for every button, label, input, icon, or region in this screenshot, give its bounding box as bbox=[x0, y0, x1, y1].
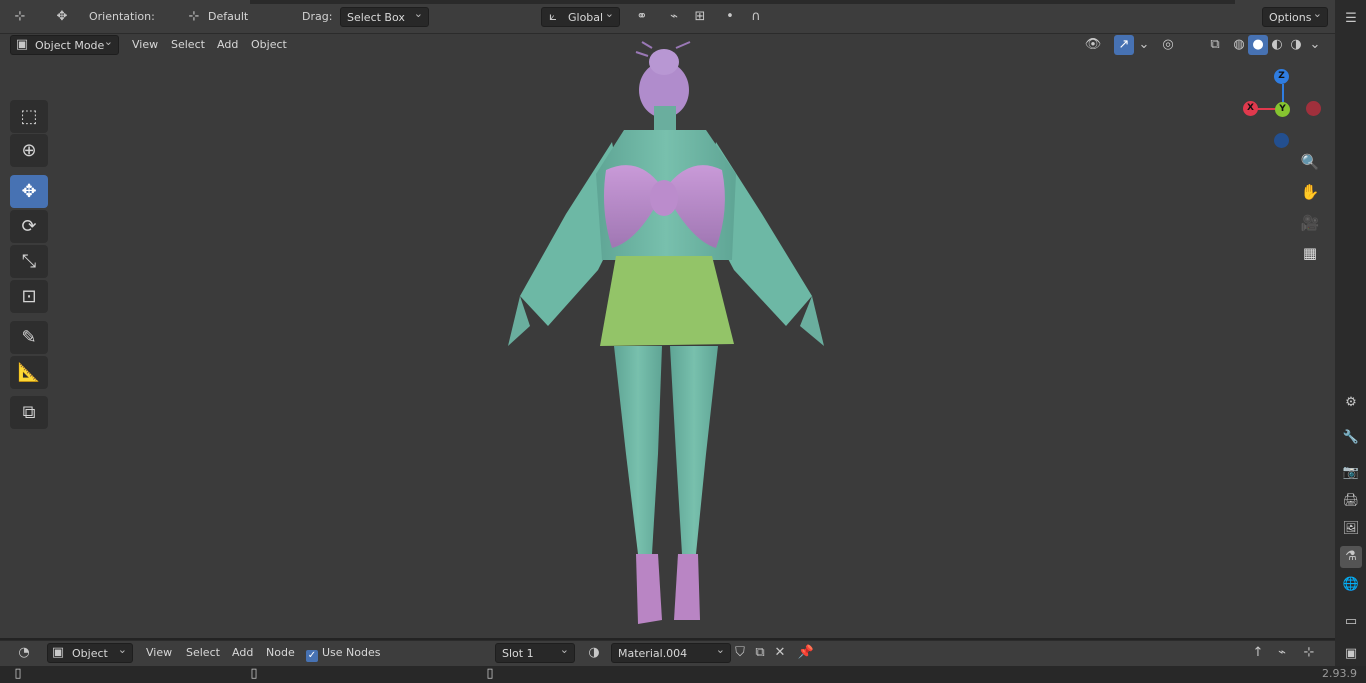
gizmo-x-axis[interactable]: X bbox=[1243, 101, 1258, 116]
gizmo-neg-x-axis[interactable] bbox=[1306, 101, 1321, 116]
view-layer-tab-icon[interactable]: 🖼 bbox=[1340, 518, 1362, 540]
overlays-icon[interactable]: ◎ bbox=[1158, 35, 1178, 55]
tool-settings-tab-icon[interactable]: 🔧 bbox=[1340, 427, 1362, 449]
move-transform-icon: ✥ bbox=[56, 9, 68, 24]
gizmo-y-axis[interactable]: Y bbox=[1275, 102, 1290, 117]
outliner-icon[interactable]: ☰ bbox=[1340, 8, 1362, 30]
slot-value: Slot 1 bbox=[502, 647, 534, 660]
move-tool[interactable]: ✥ bbox=[10, 175, 48, 208]
add-cube-tool[interactable]: ⧉ bbox=[10, 396, 48, 429]
fake-user-shield-icon[interactable]: ⛉ bbox=[730, 643, 750, 663]
editor-type-node-icon[interactable]: ◔ bbox=[10, 643, 38, 663]
world-tab-icon[interactable]: 🌐 bbox=[1340, 574, 1362, 596]
mouse-middle-icon: ▯ bbox=[250, 666, 258, 681]
character-model bbox=[508, 41, 824, 624]
transform-space-value: Global bbox=[568, 11, 604, 24]
menu-select[interactable]: Select bbox=[165, 35, 211, 55]
gizmo-toggle-icon[interactable]: ↗ bbox=[1114, 35, 1134, 55]
parent-node-tree-icon[interactable]: ↑ bbox=[1248, 643, 1268, 663]
gizmo-z-axis[interactable]: Z bbox=[1274, 69, 1289, 84]
snap-node-icon[interactable]: ⌁ bbox=[1272, 643, 1292, 663]
menu-view[interactable]: View bbox=[126, 35, 164, 55]
top-header: ⊹ ✥ Orientation: Default ⊹ Drag: Select … bbox=[0, 0, 1335, 34]
use-nodes-label: Use Nodes bbox=[322, 646, 381, 659]
rendered-shading-icon[interactable]: ◑ bbox=[1286, 35, 1306, 55]
duplicate-material-icon[interactable]: ⧉ bbox=[750, 643, 770, 663]
render-tab-icon[interactable]: 📷 bbox=[1340, 462, 1362, 484]
object-icon: ▣ bbox=[51, 645, 65, 660]
pivot-point-icon[interactable]: ⚭ bbox=[628, 7, 656, 27]
menu-object[interactable]: Object bbox=[245, 35, 293, 55]
options-label: Options bbox=[1269, 11, 1312, 24]
3d-viewport[interactable]: Object Mode ▣ View Select Add Object 👁 ↗… bbox=[0, 34, 1335, 638]
camera-view-icon[interactable]: 🎥 bbox=[1297, 210, 1323, 236]
scale-tool[interactable]: ⤡ bbox=[10, 245, 48, 278]
mouse-right-icon: ▯ bbox=[486, 666, 494, 681]
visibility-icon[interactable]: 👁 bbox=[1080, 35, 1106, 55]
pan-hand-icon[interactable]: ✋ bbox=[1297, 179, 1323, 205]
snap-target-icon[interactable]: ⊞ bbox=[686, 7, 714, 27]
node-menu-view[interactable]: View bbox=[140, 643, 178, 663]
node-menu-add[interactable]: Add bbox=[226, 643, 259, 663]
gizmo-dropdown-icon[interactable]: ⌄ bbox=[1134, 35, 1154, 55]
xray-icon[interactable]: ⧉ bbox=[1205, 35, 1225, 55]
snap-toggle-icon[interactable]: ⌁ bbox=[664, 7, 684, 27]
annotate-tool[interactable]: ✎ bbox=[10, 321, 48, 354]
select-box-tool[interactable]: ⬚ bbox=[10, 100, 48, 133]
axis-orientation-icon: ⟀ bbox=[549, 9, 557, 24]
material-name-field[interactable]: Material.004 bbox=[611, 640, 731, 663]
unlink-material-icon[interactable]: ✕ bbox=[770, 643, 790, 663]
orientation-label: Orientation: bbox=[89, 10, 155, 23]
collection-tab-icon[interactable]: ▭ bbox=[1340, 611, 1362, 633]
material-browse-icon[interactable]: ◑ bbox=[581, 643, 607, 663]
shading-dropdown-icon[interactable]: ⌄ bbox=[1305, 35, 1325, 55]
falloff-icon[interactable]: ∩ bbox=[742, 7, 770, 27]
object-mode-icon: ▣ bbox=[15, 37, 29, 52]
mode-value: Object Mode bbox=[35, 39, 105, 52]
snap-element-icon[interactable]: ⊹ bbox=[1294, 643, 1324, 663]
proportional-edit-icon[interactable]: • bbox=[720, 7, 740, 27]
properties-tabs: ☰ ⚙ 🔧 📷 🖨 🖼 ⚗ 🌐 ▭ ▣ bbox=[1335, 0, 1366, 683]
pin-icon[interactable]: 📌 bbox=[796, 643, 816, 663]
version-label: 2.93.9 bbox=[1322, 667, 1357, 680]
check-icon: ✓ bbox=[306, 650, 318, 662]
editor-type-icon[interactable]: ⊹ bbox=[10, 7, 30, 27]
measure-tool[interactable]: 📐 bbox=[10, 356, 48, 389]
drag-value: Select Box bbox=[347, 11, 405, 24]
menu-add[interactable]: Add bbox=[211, 35, 244, 55]
use-nodes-checkbox[interactable]: ✓ Use Nodes bbox=[300, 643, 387, 663]
rotate-tool[interactable]: ⟳ bbox=[10, 210, 48, 243]
material-name-value: Material.004 bbox=[618, 647, 688, 660]
zoom-icon[interactable]: 🔍 bbox=[1297, 149, 1323, 175]
slot-dropdown[interactable]: Slot 1 bbox=[495, 640, 575, 663]
shader-editor-header: ◔ Object ▣ View Select Add Node ✓ Use Nod… bbox=[0, 640, 1335, 666]
orientation-value: Default bbox=[208, 10, 249, 23]
scene-tab-icon[interactable]: ⚗ bbox=[1340, 546, 1362, 568]
mouse-left-icon: ▯ bbox=[14, 666, 22, 681]
status-bar: ▯ ▯ ▯ 2.93.9 bbox=[0, 666, 1366, 683]
material-shading-icon[interactable]: ◐ bbox=[1267, 35, 1287, 55]
options-dropdown[interactable]: Options bbox=[1262, 4, 1328, 27]
node-menu-select[interactable]: Select bbox=[180, 643, 226, 663]
cursor-tool[interactable]: ⊕ bbox=[10, 134, 48, 167]
shader-type-value: Object bbox=[72, 647, 108, 660]
active-tool-tab-icon[interactable]: ⚙ bbox=[1340, 392, 1362, 414]
object-tab-icon[interactable]: ▣ bbox=[1340, 643, 1362, 665]
gizmo-neg-z-axis[interactable] bbox=[1274, 133, 1289, 148]
output-tab-icon[interactable]: 🖨 bbox=[1340, 490, 1362, 512]
node-menu-node[interactable]: Node bbox=[260, 643, 301, 663]
drag-label: Drag: bbox=[302, 10, 333, 23]
wireframe-shading-icon[interactable]: ◍ bbox=[1229, 35, 1249, 55]
orientation-icon: ⊹ bbox=[188, 9, 200, 24]
solid-shading-icon[interactable]: ● bbox=[1248, 35, 1268, 55]
perspective-grid-icon[interactable]: ▦ bbox=[1297, 240, 1323, 266]
drag-dropdown[interactable]: Select Box bbox=[340, 4, 429, 27]
transform-tool[interactable]: ⊡ bbox=[10, 280, 48, 313]
